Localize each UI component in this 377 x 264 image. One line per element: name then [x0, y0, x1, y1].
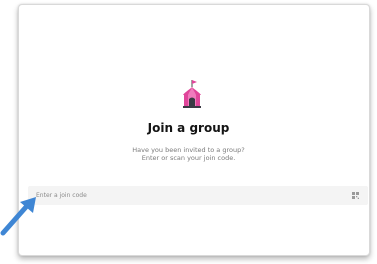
instructions-line-1: Have you been invited to a group? — [132, 146, 245, 154]
instructions-text: Have you been invited to a group? Enter … — [0, 146, 377, 162]
pointer-arrow-annotation — [0, 197, 36, 236]
instructions-line-2: Enter or scan your join code. — [141, 154, 236, 162]
scan-qr-button[interactable] — [351, 191, 360, 200]
join-code-input[interactable] — [36, 186, 351, 205]
screenshot-stage: Join a group Have you been invited to a … — [0, 0, 377, 264]
circus-tent-icon — [181, 80, 203, 110]
page-title: Join a group — [147, 121, 230, 135]
qr-code-icon — [352, 192, 359, 199]
join-code-field — [28, 186, 368, 205]
